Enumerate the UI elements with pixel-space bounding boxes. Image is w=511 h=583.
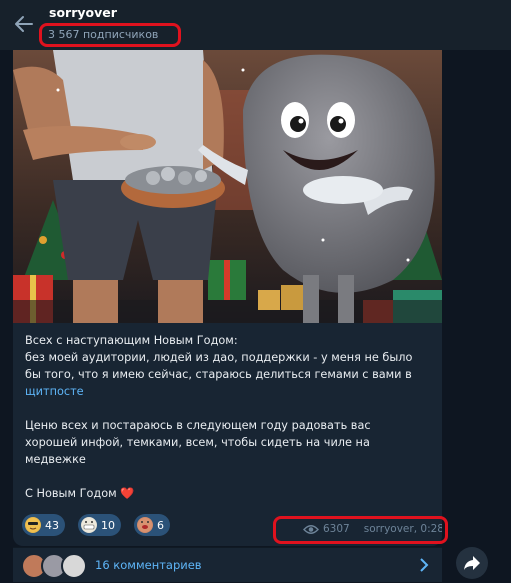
post-text-line: медвежке: [25, 453, 86, 466]
reaction-grin[interactable]: 10: [78, 514, 121, 536]
share-button[interactable]: [456, 547, 488, 579]
post-text: Всех с наступающим Новым Годом: без моей…: [25, 332, 435, 502]
post-text-line: хорошей инфой, темками, всем, чтобы сиде…: [25, 436, 370, 449]
cool-emoji-icon: [25, 517, 41, 533]
meta-highlight: [273, 516, 448, 544]
reaction-kiss[interactable]: 6: [134, 514, 170, 536]
post-text-line: без моей аудитории, людей из дао, поддер…: [25, 351, 413, 364]
comments-label[interactable]: 16 комментариев: [95, 558, 202, 572]
shitpost-link[interactable]: щитпосте: [25, 385, 84, 398]
post-text-line: Ценю всех и постараюсь в следующем году …: [25, 419, 371, 432]
reaction-count: 10: [101, 518, 115, 532]
comments-bar[interactable]: 16 комментариев: [13, 547, 442, 582]
channel-post: Всех с наступающим Новым Годом: без моей…: [13, 50, 442, 546]
post-image[interactable]: [13, 50, 442, 323]
subscriber-highlight: [39, 23, 181, 47]
chevron-right-icon: [420, 558, 429, 572]
reaction-count: 6: [157, 518, 164, 532]
post-text-line: Всех с наступающим Новым Годом:: [25, 334, 238, 347]
avatar: [61, 553, 87, 579]
kiss-emoji-icon: [137, 517, 153, 533]
reaction-count: 43: [45, 518, 59, 532]
post-text-line: бы того, что я имею сейчас, стараюсь дел…: [25, 368, 412, 381]
reaction-cool[interactable]: 43: [22, 514, 65, 536]
grin-emoji-icon: [81, 517, 97, 533]
post-closing: С Новым Годом ❤️: [25, 487, 135, 500]
back-arrow-icon[interactable]: [12, 12, 36, 36]
channel-name[interactable]: sorryover: [49, 5, 117, 20]
share-arrow-icon: [464, 556, 480, 570]
